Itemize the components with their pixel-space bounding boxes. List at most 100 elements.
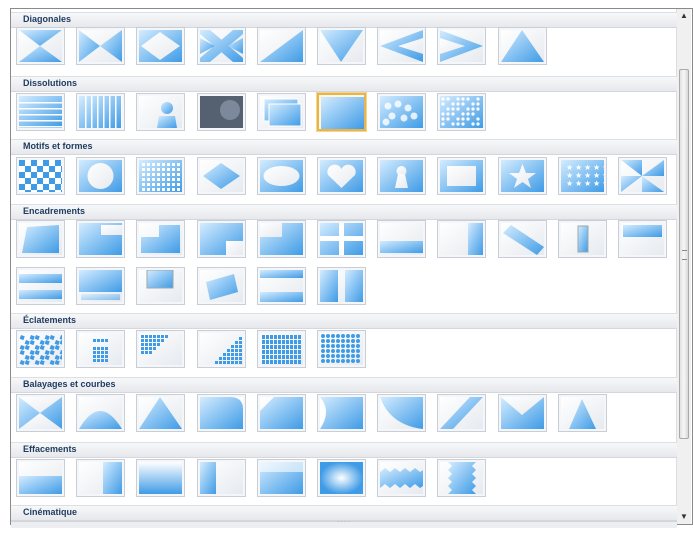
transition-plain-button[interactable] xyxy=(317,93,366,131)
transition-frame-right-button[interactable] xyxy=(437,220,486,258)
transition-v-down-button[interactable] xyxy=(317,27,366,65)
section-title: Encadrements xyxy=(23,206,86,216)
transition-sweep-envelope-button[interactable] xyxy=(498,394,547,432)
sweep-diag-icon xyxy=(440,397,483,429)
scatter-tr-icon xyxy=(200,333,243,365)
transition-wipe-radial-button[interactable] xyxy=(317,459,366,497)
transition-arrow-right-button[interactable] xyxy=(437,27,486,65)
transition-dots-button[interactable] xyxy=(437,93,486,131)
transition-layered-button[interactable] xyxy=(257,93,306,131)
transition-wipe-zigzag-button[interactable] xyxy=(377,459,426,497)
transition-dark-fade-button[interactable] xyxy=(197,93,246,131)
transition-sweep-curl-button[interactable] xyxy=(197,394,246,432)
rounded-tiles-icon xyxy=(320,333,363,365)
keyhole-icon xyxy=(380,160,423,192)
transition-wipe-jagged-button[interactable] xyxy=(437,459,486,497)
transition-grid-button[interactable] xyxy=(136,157,185,195)
transition-stripes-v-button[interactable] xyxy=(76,93,125,131)
transition-wipe-right-button[interactable] xyxy=(76,459,125,497)
transition-checker-button[interactable] xyxy=(16,157,65,195)
transition-frame-plus-button[interactable] xyxy=(317,220,366,258)
wipe-soft-icon xyxy=(139,462,182,494)
transition-rounded-tiles-button[interactable] xyxy=(317,330,366,368)
transition-frame-bottom-button[interactable] xyxy=(76,267,125,305)
transition-wipe-bottom-button[interactable] xyxy=(16,459,65,497)
transition-tiles-button[interactable] xyxy=(257,330,306,368)
transition-person-button[interactable] xyxy=(136,93,185,131)
transition-sweep-hourglass-button[interactable] xyxy=(16,394,65,432)
section-header: Diagonales xyxy=(11,12,677,28)
transition-diamond-button[interactable] xyxy=(197,157,246,195)
transition-wipe-left-button[interactable] xyxy=(197,459,246,497)
dark-fade-icon xyxy=(200,96,243,128)
transition-keyhole-button[interactable] xyxy=(377,157,426,195)
transition-diamond-out-button[interactable] xyxy=(136,27,185,65)
stars-icon: ★★★★★★★★★★★★★★★ xyxy=(561,160,604,192)
frame-right-icon xyxy=(440,223,483,255)
transition-circle-button[interactable] xyxy=(76,157,125,195)
section-header: Éclatements xyxy=(11,313,677,329)
transition-sweep-arc-button[interactable] xyxy=(76,394,125,432)
pinwheel-icon xyxy=(621,160,664,192)
transition-cross-x-button[interactable] xyxy=(197,27,246,65)
transition-frame-band-button[interactable] xyxy=(377,220,426,258)
transition-tri-lr-button[interactable] xyxy=(257,27,306,65)
transition-frame-l-button[interactable] xyxy=(76,220,125,258)
transition-frame-split-button[interactable] xyxy=(317,267,366,305)
frame-hband-icon xyxy=(260,270,303,302)
transition-scatter-tl-button[interactable] xyxy=(136,330,185,368)
section-title: Diagonales xyxy=(23,14,72,24)
transition-ellipse-button[interactable] xyxy=(257,157,306,195)
section-header: Motifs et formes xyxy=(11,139,677,155)
transition-hourglass-h-button[interactable] xyxy=(16,27,65,65)
transition-shatter-button[interactable] xyxy=(16,330,65,368)
frame-step2-icon xyxy=(200,223,243,255)
transition-stars-button[interactable]: ★★★★★★★★★★★★★★★ xyxy=(558,157,607,195)
sweep-fold-icon xyxy=(320,397,363,429)
transition-arrow-left-button[interactable] xyxy=(377,27,426,65)
tiles-icon xyxy=(260,333,303,365)
transition-wipe-fade-button[interactable] xyxy=(257,459,306,497)
transition-scatter-tr-button[interactable] xyxy=(197,330,246,368)
transition-sweep-triangle-button[interactable] xyxy=(558,394,607,432)
transition-sweep-diag-button[interactable] xyxy=(437,394,486,432)
transition-tri-up-button[interactable] xyxy=(498,27,547,65)
checker-icon xyxy=(19,160,62,192)
transition-rect-button[interactable] xyxy=(437,157,486,195)
transition-frame-lines-button[interactable] xyxy=(16,267,65,305)
transition-frame-inset-button[interactable] xyxy=(136,267,185,305)
transition-frame-step-button[interactable] xyxy=(136,220,185,258)
scroll-thumb[interactable] xyxy=(679,69,689,439)
vertical-scrollbar[interactable]: ▲ ▼ xyxy=(676,9,691,524)
transition-pinwheel-button[interactable] xyxy=(618,157,667,195)
section-title: Balayages et courbes xyxy=(23,379,116,389)
person-icon xyxy=(139,96,182,128)
transition-frame-diag-button[interactable] xyxy=(498,220,547,258)
transition-sweep-fold-button[interactable] xyxy=(317,394,366,432)
grid-icon xyxy=(139,160,182,192)
transition-frame-tilted-button[interactable] xyxy=(197,267,246,305)
transition-stripes-h-button[interactable] xyxy=(16,93,65,131)
transition-frame-corner-button[interactable] xyxy=(257,220,306,258)
transition-blobs-button[interactable] xyxy=(377,93,426,131)
transition-heart-button[interactable] xyxy=(317,157,366,195)
sweep-hourglass-icon xyxy=(19,397,62,429)
transition-sweep-corner-button[interactable] xyxy=(257,394,306,432)
resize-handle[interactable]: ∙∙∙∙ xyxy=(11,516,677,528)
transition-frame-slot-button[interactable] xyxy=(558,220,607,258)
v-down-icon xyxy=(320,30,363,62)
scroll-up-icon[interactable]: ▲ xyxy=(677,9,691,23)
transition-star-button[interactable] xyxy=(498,157,547,195)
transition-frame-step2-button[interactable] xyxy=(197,220,246,258)
scroll-down-icon[interactable]: ▼ xyxy=(677,510,691,524)
frame-bottom-icon xyxy=(79,270,122,302)
transition-burst-button[interactable] xyxy=(76,330,125,368)
sweep-triangle-icon xyxy=(561,397,604,429)
transition-sweep-curve-button[interactable] xyxy=(377,394,426,432)
transition-bowtie-button[interactable] xyxy=(76,27,125,65)
transition-frame-slant-button[interactable] xyxy=(16,220,65,258)
transition-sweep-peak-button[interactable] xyxy=(136,394,185,432)
transition-wipe-soft-button[interactable] xyxy=(136,459,185,497)
transition-frame-hband-button[interactable] xyxy=(257,267,306,305)
transition-frame-top-button[interactable] xyxy=(618,220,667,258)
